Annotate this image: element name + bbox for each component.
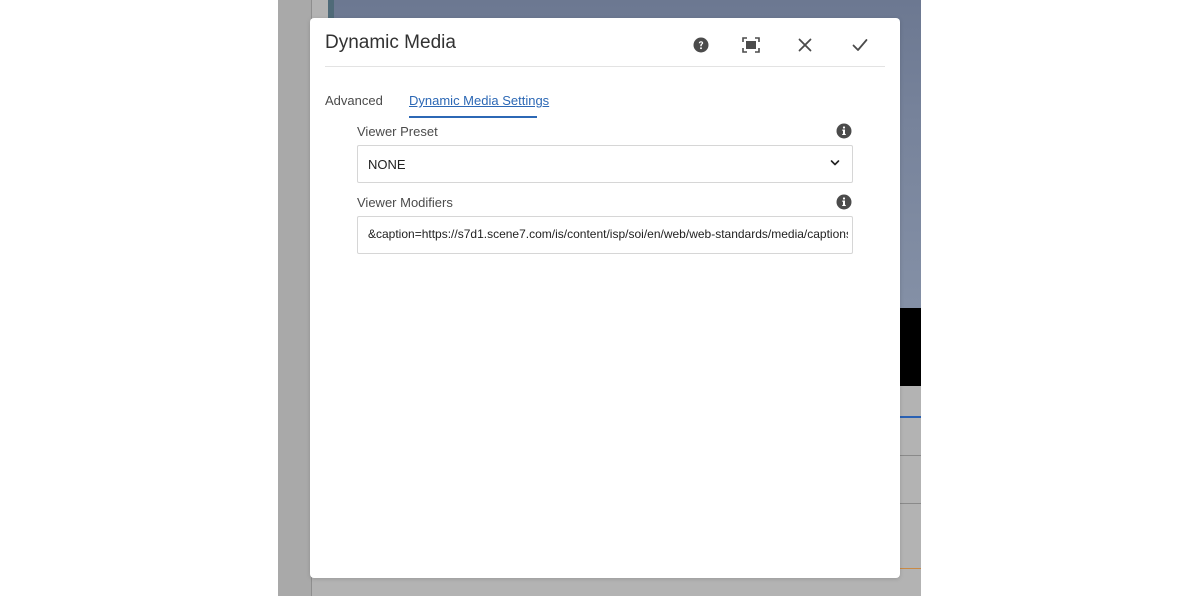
help-icon [693,37,709,53]
info-icon[interactable] [836,123,852,139]
close-icon [798,38,812,52]
viewer-preset-label: Viewer Preset [357,124,438,139]
dynamic-media-dialog: Dynamic Media Advanced Dynamic Media Set… [310,18,900,578]
fullscreen-icon [742,37,760,53]
help-button[interactable] [690,34,712,56]
tab-dynamic-media-settings[interactable]: Dynamic Media Settings [409,93,549,108]
viewer-modifiers-field[interactable] [357,216,853,254]
dialog-title: Dynamic Media [325,32,456,53]
viewer-modifiers-input[interactable] [358,217,848,251]
chevron-down-icon [830,160,840,166]
viewer-modifiers-label: Viewer Modifiers [357,195,453,210]
header-divider [325,66,885,67]
info-icon[interactable] [836,194,852,210]
viewer-preset-value: NONE [368,157,406,172]
tab-advanced[interactable]: Advanced [325,93,383,108]
fullscreen-button[interactable] [740,34,762,56]
checkmark-icon [852,39,868,51]
close-button[interactable] [794,34,816,56]
done-button[interactable] [849,34,871,56]
viewer-preset-select[interactable]: NONE [357,145,853,183]
active-tab-indicator [409,116,537,118]
